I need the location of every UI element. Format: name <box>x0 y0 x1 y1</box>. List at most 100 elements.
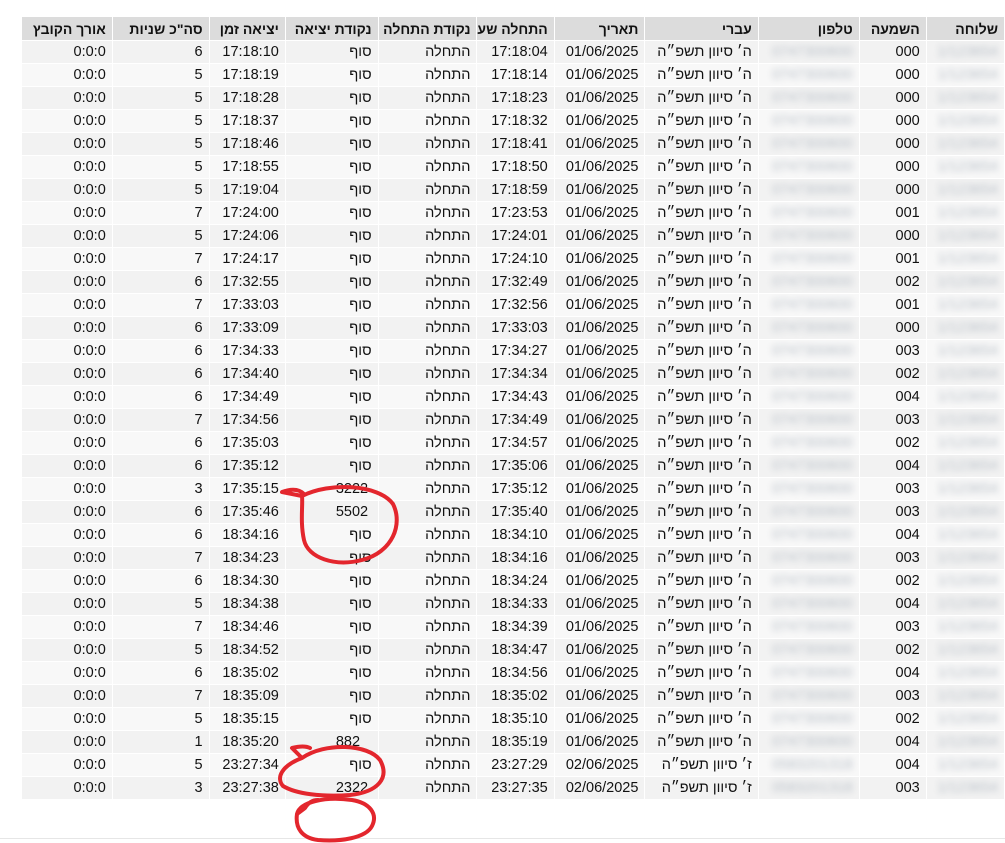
cell-phone: 0747300600 <box>757 661 860 685</box>
cell-phone: 0747300600 <box>757 615 860 639</box>
cell-exit-point: סוף <box>284 247 379 271</box>
cell-exit-point: סוף <box>284 86 379 110</box>
header-exit-point[interactable]: נקודת יציאה <box>284 16 379 41</box>
cell-exit-time: 18:34:30 <box>208 569 286 593</box>
header-extension[interactable]: שלוחה <box>925 16 1005 41</box>
table-row[interactable]: 1/123654 004 0747300600 ה׳ סיוון תשפ״ה 01/06… <box>21 730 1005 754</box>
table-row[interactable]: 1/123654 004 0747300600 ה׳ סיוון תשפ״ה 01/06… <box>21 592 1005 616</box>
cell-file-length: 0:0:0 <box>21 316 113 340</box>
table-row[interactable]: 1/123654 003 0747300600 ה׳ סיוון תשפ״ה 01/06… <box>21 615 1005 639</box>
cell-total-seconds: 5 <box>111 178 210 202</box>
table-row[interactable]: 1/123654 000 0747300600 ה׳ סיוון תשפ״ה 01/06… <box>21 40 1005 64</box>
table-row[interactable]: 1/123654 002 0747300600 ה׳ סיוון תשפ״ה 01/06… <box>21 431 1005 455</box>
table-row[interactable]: 1/123654 004 0747300600 ה׳ סיוון תשפ״ה 01/06… <box>21 661 1005 685</box>
table-row[interactable]: 1/123654 000 0747300600 ה׳ סיוון תשפ״ה 01/06… <box>21 63 1005 87</box>
table-row[interactable]: 1/123654 001 0747300600 ה׳ סיוון תשפ״ה 01/06… <box>21 293 1005 317</box>
table-row[interactable]: 1/123654 001 0747300600 ה׳ סיוון תשפ״ה 01/06… <box>21 201 1005 225</box>
header-playback[interactable]: השמעה <box>858 16 927 41</box>
header-total-seconds[interactable]: סה"כ שניות <box>111 16 210 41</box>
cell-playback: 000 <box>858 224 927 248</box>
cell-total-seconds: 3 <box>111 477 210 501</box>
cell-phone-blurred-value: 0747300600 <box>772 711 853 727</box>
header-exit-time[interactable]: יציאה זמן <box>208 16 286 41</box>
table-row[interactable]: 1/123654 004 0583201318 ז׳ סיוון תשפ״ה 02/06… <box>21 753 1005 777</box>
table-row[interactable]: 1/123654 004 0747300600 ה׳ סיוון תשפ״ה 01/06… <box>21 385 1005 409</box>
table-row[interactable]: 1/123654 004 0747300600 ה׳ סיוון תשפ״ה 01/06… <box>21 454 1005 478</box>
cell-file-length: 0:0:0 <box>21 339 113 363</box>
header-phone[interactable]: טלפון <box>757 16 860 41</box>
header-date[interactable]: תאריך <box>553 16 646 41</box>
cell-exit-time: 17:18:37 <box>208 109 286 133</box>
cell-start-point: התחלה <box>377 339 478 363</box>
cell-phone-blurred-value: 0747300600 <box>772 550 853 566</box>
table-row[interactable]: 1/123654 001 0747300600 ה׳ סיוון תשפ״ה 01/06… <box>21 247 1005 271</box>
cell-hebrew-date: ז׳ סיוון תשפ״ה <box>644 753 759 777</box>
header-file-length[interactable]: אורך הקובץ <box>21 16 113 41</box>
cell-exit-time: 17:18:19 <box>208 63 286 87</box>
cell-phone: 0747300600 <box>757 523 860 547</box>
cell-file-length: 0:0:0 <box>21 247 113 271</box>
cell-date: 01/06/2025 <box>553 684 646 708</box>
cell-exit-point: סוף <box>284 385 379 409</box>
cell-start-time: 23:27:29 <box>476 753 555 777</box>
table-row[interactable]: 1/123654 002 0747300600 ה׳ סיוון תשפ״ה 01/06… <box>21 270 1005 294</box>
cell-exit-time: 17:35:03 <box>208 431 286 455</box>
cell-total-seconds: 6 <box>111 362 210 386</box>
header-hebrew-date[interactable]: עברי <box>644 16 759 41</box>
cell-file-length: 0:0:0 <box>21 569 113 593</box>
table-row[interactable]: 1/123654 003 0747300600 ה׳ סיוון תשפ״ה 01/06… <box>21 477 1005 501</box>
cell-exit-time: 18:35:15 <box>208 707 286 731</box>
cell-extension: 1/123654 <box>925 500 1005 524</box>
table-row[interactable]: 1/123654 000 0747300600 ה׳ סיוון תשפ״ה 01/06… <box>21 109 1005 133</box>
cell-phone-blurred-value: 0747300600 <box>772 228 853 244</box>
cell-start-time: 18:34:33 <box>476 592 555 616</box>
cell-phone-blurred-value: 0747300600 <box>772 44 853 60</box>
cell-total-seconds: 5 <box>111 109 210 133</box>
cell-date: 01/06/2025 <box>553 224 646 248</box>
cell-playback: 003 <box>858 477 927 501</box>
cell-start-time: 17:18:14 <box>476 63 555 87</box>
table-row[interactable]: 1/123654 000 0747300600 ה׳ סיוון תשפ״ה 01/06… <box>21 316 1005 340</box>
table-row[interactable]: 1/123654 003 0747300600 ה׳ סיוון תשפ״ה 01/06… <box>21 339 1005 363</box>
header-start-time[interactable]: התחלה שעה <box>476 16 555 41</box>
cell-playback: 004 <box>858 385 927 409</box>
cell-start-point: התחלה <box>377 707 478 731</box>
cell-start-point: התחלה <box>377 638 478 662</box>
cell-phone-blurred-value: 0747300600 <box>772 113 853 129</box>
cell-start-point: התחלה <box>377 615 478 639</box>
table-row[interactable]: 1/123654 003 0747300600 ה׳ סיוון תשפ״ה 01/06… <box>21 408 1005 432</box>
cell-phone: 0747300600 <box>757 132 860 156</box>
table-row[interactable]: 1/123654 000 0747300600 ה׳ סיוון תשפ״ה 01/06… <box>21 224 1005 248</box>
cell-total-seconds: 5 <box>111 132 210 156</box>
cell-phone: 0583201318 <box>757 776 860 800</box>
table-row[interactable]: 1/123654 002 0747300600 ה׳ סיוון תשפ״ה 01/06… <box>21 362 1005 386</box>
table-row[interactable]: 1/123654 004 0747300600 ה׳ סיוון תשפ״ה 01/06… <box>21 523 1005 547</box>
cell-start-time: 17:35:40 <box>476 500 555 524</box>
table-row[interactable]: 1/123654 002 0747300600 ה׳ סיוון תשפ״ה 01/06… <box>21 569 1005 593</box>
cell-extension: 1/123654 <box>925 408 1005 432</box>
cell-exit-point: סוף <box>284 753 379 777</box>
table-row[interactable]: 1/123654 003 0747300600 ה׳ סיוון תשפ״ה 01/06… <box>21 546 1005 570</box>
table-row[interactable]: 1/123654 002 0747300600 ה׳ סיוון תשפ״ה 01/06… <box>21 707 1005 731</box>
cell-phone-blurred-value: 0747300600 <box>772 458 853 474</box>
table-row[interactable]: 1/123654 000 0747300600 ה׳ סיוון תשפ״ה 01/06… <box>21 155 1005 179</box>
cell-total-seconds: 6 <box>111 40 210 64</box>
table-row[interactable]: 1/123654 000 0747300600 ה׳ סיוון תשפ״ה 01/06… <box>21 86 1005 110</box>
table-row[interactable]: 1/123654 000 0747300600 ה׳ סיוון תשפ״ה 01/06… <box>21 178 1005 202</box>
cell-playback: 000 <box>858 109 927 133</box>
cell-start-point: התחלה <box>377 385 478 409</box>
cell-extension: 1/123654 <box>925 753 1005 777</box>
table-row[interactable]: 1/123654 003 0583201318 ז׳ סיוון תשפ״ה 02/06… <box>21 776 1005 800</box>
cell-playback: 002 <box>858 431 927 455</box>
table-row[interactable]: 1/123654 002 0747300600 ה׳ סיוון תשפ״ה 01/06… <box>21 638 1005 662</box>
cell-start-point: התחלה <box>377 247 478 271</box>
cell-exit-time: 17:24:06 <box>208 224 286 248</box>
cell-date: 01/06/2025 <box>553 500 646 524</box>
cell-exit-time: 17:34:56 <box>208 408 286 432</box>
cell-extension: 1/123654 <box>925 592 1005 616</box>
table-row[interactable]: 1/123654 003 0747300600 ה׳ סיוון תשפ״ה 01/06… <box>21 684 1005 708</box>
header-start-point[interactable]: נקודת התחלה <box>377 16 478 41</box>
cell-date: 01/06/2025 <box>553 546 646 570</box>
table-row[interactable]: 1/123654 000 0747300600 ה׳ סיוון תשפ״ה 01/06… <box>21 132 1005 156</box>
table-row[interactable]: 1/123654 003 0747300600 ה׳ סיוון תשפ״ה 01/06… <box>21 500 1005 524</box>
